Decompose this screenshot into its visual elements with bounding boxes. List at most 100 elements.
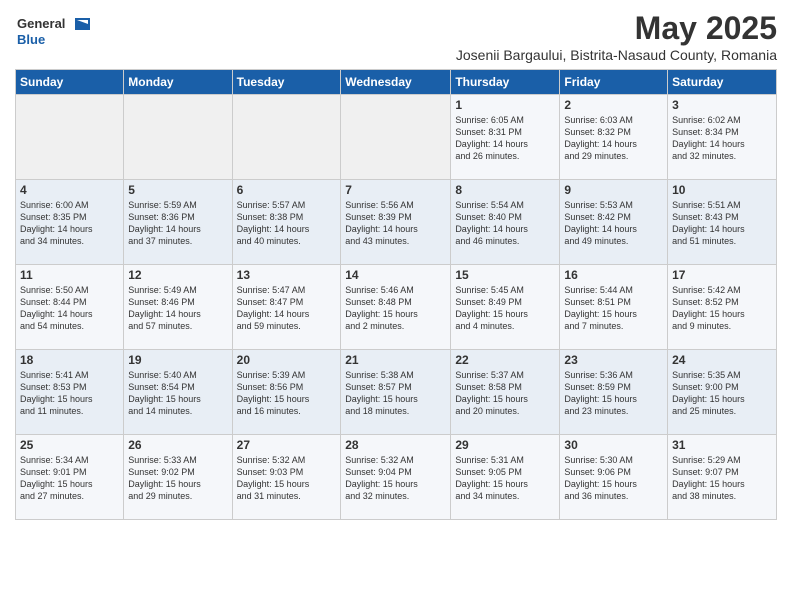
day-info: Sunrise: 5:44 AM Sunset: 8:51 PM Dayligh… [564,284,663,333]
day-number: 14 [345,268,446,282]
day-number: 5 [128,183,227,197]
calendar-day: 15 Sunrise: 5:45 AM Sunset: 8:49 PM Dayli… [451,265,560,350]
day-info: Sunrise: 5:51 AM Sunset: 8:43 PM Dayligh… [672,199,772,248]
calendar-day: 21 Sunrise: 5:38 AM Sunset: 8:57 PM Dayli… [341,350,451,435]
day-info: Sunrise: 5:49 AM Sunset: 8:46 PM Dayligh… [128,284,227,333]
calendar-day: 3Sunrise: 6:02 AM Sunset: 8:34 PM Daylig… [668,95,777,180]
calendar-day: 27 Sunrise: 5:32 AM Sunset: 9:03 PM Dayli… [232,435,341,520]
day-info: Sunrise: 5:34 AM Sunset: 9:01 PM Dayligh… [20,454,119,503]
calendar-day: 4 Sunrise: 6:00 AM Sunset: 8:35 PM Daylig… [16,180,124,265]
day-info: Sunrise: 6:05 AM Sunset: 8:31 PM Dayligh… [455,114,555,163]
calendar-day [16,95,124,180]
calendar-day: 29 Sunrise: 5:31 AM Sunset: 9:05 PM Dayli… [451,435,560,520]
day-number: 11 [20,268,119,282]
header-wednesday: Wednesday [341,70,451,95]
day-info: Sunrise: 5:37 AM Sunset: 8:58 PM Dayligh… [455,369,555,418]
day-number: 16 [564,268,663,282]
svg-text:Blue: Blue [17,32,45,47]
day-info: Sunrise: 5:32 AM Sunset: 9:03 PM Dayligh… [237,454,337,503]
day-info: Sunrise: 5:56 AM Sunset: 8:39 PM Dayligh… [345,199,446,248]
day-number: 19 [128,353,227,367]
day-info: Sunrise: 5:59 AM Sunset: 8:36 PM Dayligh… [128,199,227,248]
day-number: 28 [345,438,446,452]
day-number: 24 [672,353,772,367]
day-number: 17 [672,268,772,282]
calendar-day [124,95,232,180]
day-number: 1 [455,98,555,112]
day-number: 27 [237,438,337,452]
header-thursday: Thursday [451,70,560,95]
calendar-day: 20 Sunrise: 5:39 AM Sunset: 8:56 PM Dayli… [232,350,341,435]
day-info: Sunrise: 5:42 AM Sunset: 8:52 PM Dayligh… [672,284,772,333]
day-number: 18 [20,353,119,367]
calendar-day [341,95,451,180]
day-number: 3 [672,98,772,112]
subtitle: Josenii Bargaului, Bistrita-Nasaud Count… [456,47,777,63]
calendar-day: 19 Sunrise: 5:40 AM Sunset: 8:54 PM Dayli… [124,350,232,435]
day-info: Sunrise: 5:38 AM Sunset: 8:57 PM Dayligh… [345,369,446,418]
calendar-day: 22 Sunrise: 5:37 AM Sunset: 8:58 PM Dayli… [451,350,560,435]
day-info: Sunrise: 5:31 AM Sunset: 9:05 PM Dayligh… [455,454,555,503]
calendar-day: 8Sunrise: 5:54 AM Sunset: 8:40 PM Daylig… [451,180,560,265]
calendar-day: 23 Sunrise: 5:36 AM Sunset: 8:59 PM Dayli… [560,350,668,435]
calendar-day: 1 Sunrise: 6:05 AM Sunset: 8:31 PM Daylig… [451,95,560,180]
day-info: Sunrise: 5:41 AM Sunset: 8:53 PM Dayligh… [20,369,119,418]
calendar-day: 24 Sunrise: 5:35 AM Sunset: 9:00 PM Dayli… [668,350,777,435]
calendar-week-row: 1 Sunrise: 6:05 AM Sunset: 8:31 PM Daylig… [16,95,777,180]
day-number: 13 [237,268,337,282]
header-tuesday: Tuesday [232,70,341,95]
day-number: 15 [455,268,555,282]
header-saturday: Saturday [668,70,777,95]
calendar-day: 7 Sunrise: 5:56 AM Sunset: 8:39 PM Daylig… [341,180,451,265]
day-number: 23 [564,353,663,367]
day-info: Sunrise: 5:36 AM Sunset: 8:59 PM Dayligh… [564,369,663,418]
day-info: Sunrise: 5:33 AM Sunset: 9:02 PM Dayligh… [128,454,227,503]
calendar-day: 25 Sunrise: 5:34 AM Sunset: 9:01 PM Dayli… [16,435,124,520]
day-info: Sunrise: 5:35 AM Sunset: 9:00 PM Dayligh… [672,369,772,418]
page-container: General Blue May 2025 Josenii Bargaului,… [0,0,792,530]
day-number: 8 [455,183,555,197]
day-info: Sunrise: 5:40 AM Sunset: 8:54 PM Dayligh… [128,369,227,418]
day-number: 26 [128,438,227,452]
calendar-day: 16 Sunrise: 5:44 AM Sunset: 8:51 PM Dayli… [560,265,668,350]
day-info: Sunrise: 5:30 AM Sunset: 9:06 PM Dayligh… [564,454,663,503]
day-info: Sunrise: 5:45 AM Sunset: 8:49 PM Dayligh… [455,284,555,333]
logo-text: General Blue [15,10,95,55]
calendar-day [232,95,341,180]
calendar-day: 10 Sunrise: 5:51 AM Sunset: 8:43 PM Dayli… [668,180,777,265]
day-info: Sunrise: 5:47 AM Sunset: 8:47 PM Dayligh… [237,284,337,333]
day-number: 25 [20,438,119,452]
page-header: General Blue May 2025 Josenii Bargaului,… [15,10,777,63]
day-info: Sunrise: 5:57 AM Sunset: 8:38 PM Dayligh… [237,199,337,248]
calendar-day: 11 Sunrise: 5:50 AM Sunset: 8:44 PM Dayli… [16,265,124,350]
day-info: Sunrise: 6:00 AM Sunset: 8:35 PM Dayligh… [20,199,119,248]
day-number: 10 [672,183,772,197]
main-title: May 2025 [456,10,777,47]
day-info: Sunrise: 5:32 AM Sunset: 9:04 PM Dayligh… [345,454,446,503]
day-info: Sunrise: 6:03 AM Sunset: 8:32 PM Dayligh… [564,114,663,163]
day-number: 29 [455,438,555,452]
calendar-day: 31 Sunrise: 5:29 AM Sunset: 9:07 PM Dayli… [668,435,777,520]
calendar-day: 2Sunrise: 6:03 AM Sunset: 8:32 PM Daylig… [560,95,668,180]
header-friday: Friday [560,70,668,95]
calendar-day: 14Sunrise: 5:46 AM Sunset: 8:48 PM Dayli… [341,265,451,350]
calendar-day: 6 Sunrise: 5:57 AM Sunset: 8:38 PM Daylig… [232,180,341,265]
calendar-header-row: Sunday Monday Tuesday Wednesday Thursday… [16,70,777,95]
calendar-day: 30 Sunrise: 5:30 AM Sunset: 9:06 PM Dayli… [560,435,668,520]
day-number: 6 [237,183,337,197]
day-number: 31 [672,438,772,452]
day-number: 7 [345,183,446,197]
calendar-day: 12Sunrise: 5:49 AM Sunset: 8:46 PM Dayli… [124,265,232,350]
logo: General Blue [15,10,95,55]
day-number: 22 [455,353,555,367]
day-number: 4 [20,183,119,197]
calendar-week-row: 18 Sunrise: 5:41 AM Sunset: 8:53 PM Dayli… [16,350,777,435]
day-info: Sunrise: 5:29 AM Sunset: 9:07 PM Dayligh… [672,454,772,503]
day-number: 20 [237,353,337,367]
day-info: Sunrise: 5:39 AM Sunset: 8:56 PM Dayligh… [237,369,337,418]
day-info: Sunrise: 5:50 AM Sunset: 8:44 PM Dayligh… [20,284,119,333]
calendar-day: 17 Sunrise: 5:42 AM Sunset: 8:52 PM Dayli… [668,265,777,350]
day-number: 30 [564,438,663,452]
day-number: 9 [564,183,663,197]
day-number: 21 [345,353,446,367]
